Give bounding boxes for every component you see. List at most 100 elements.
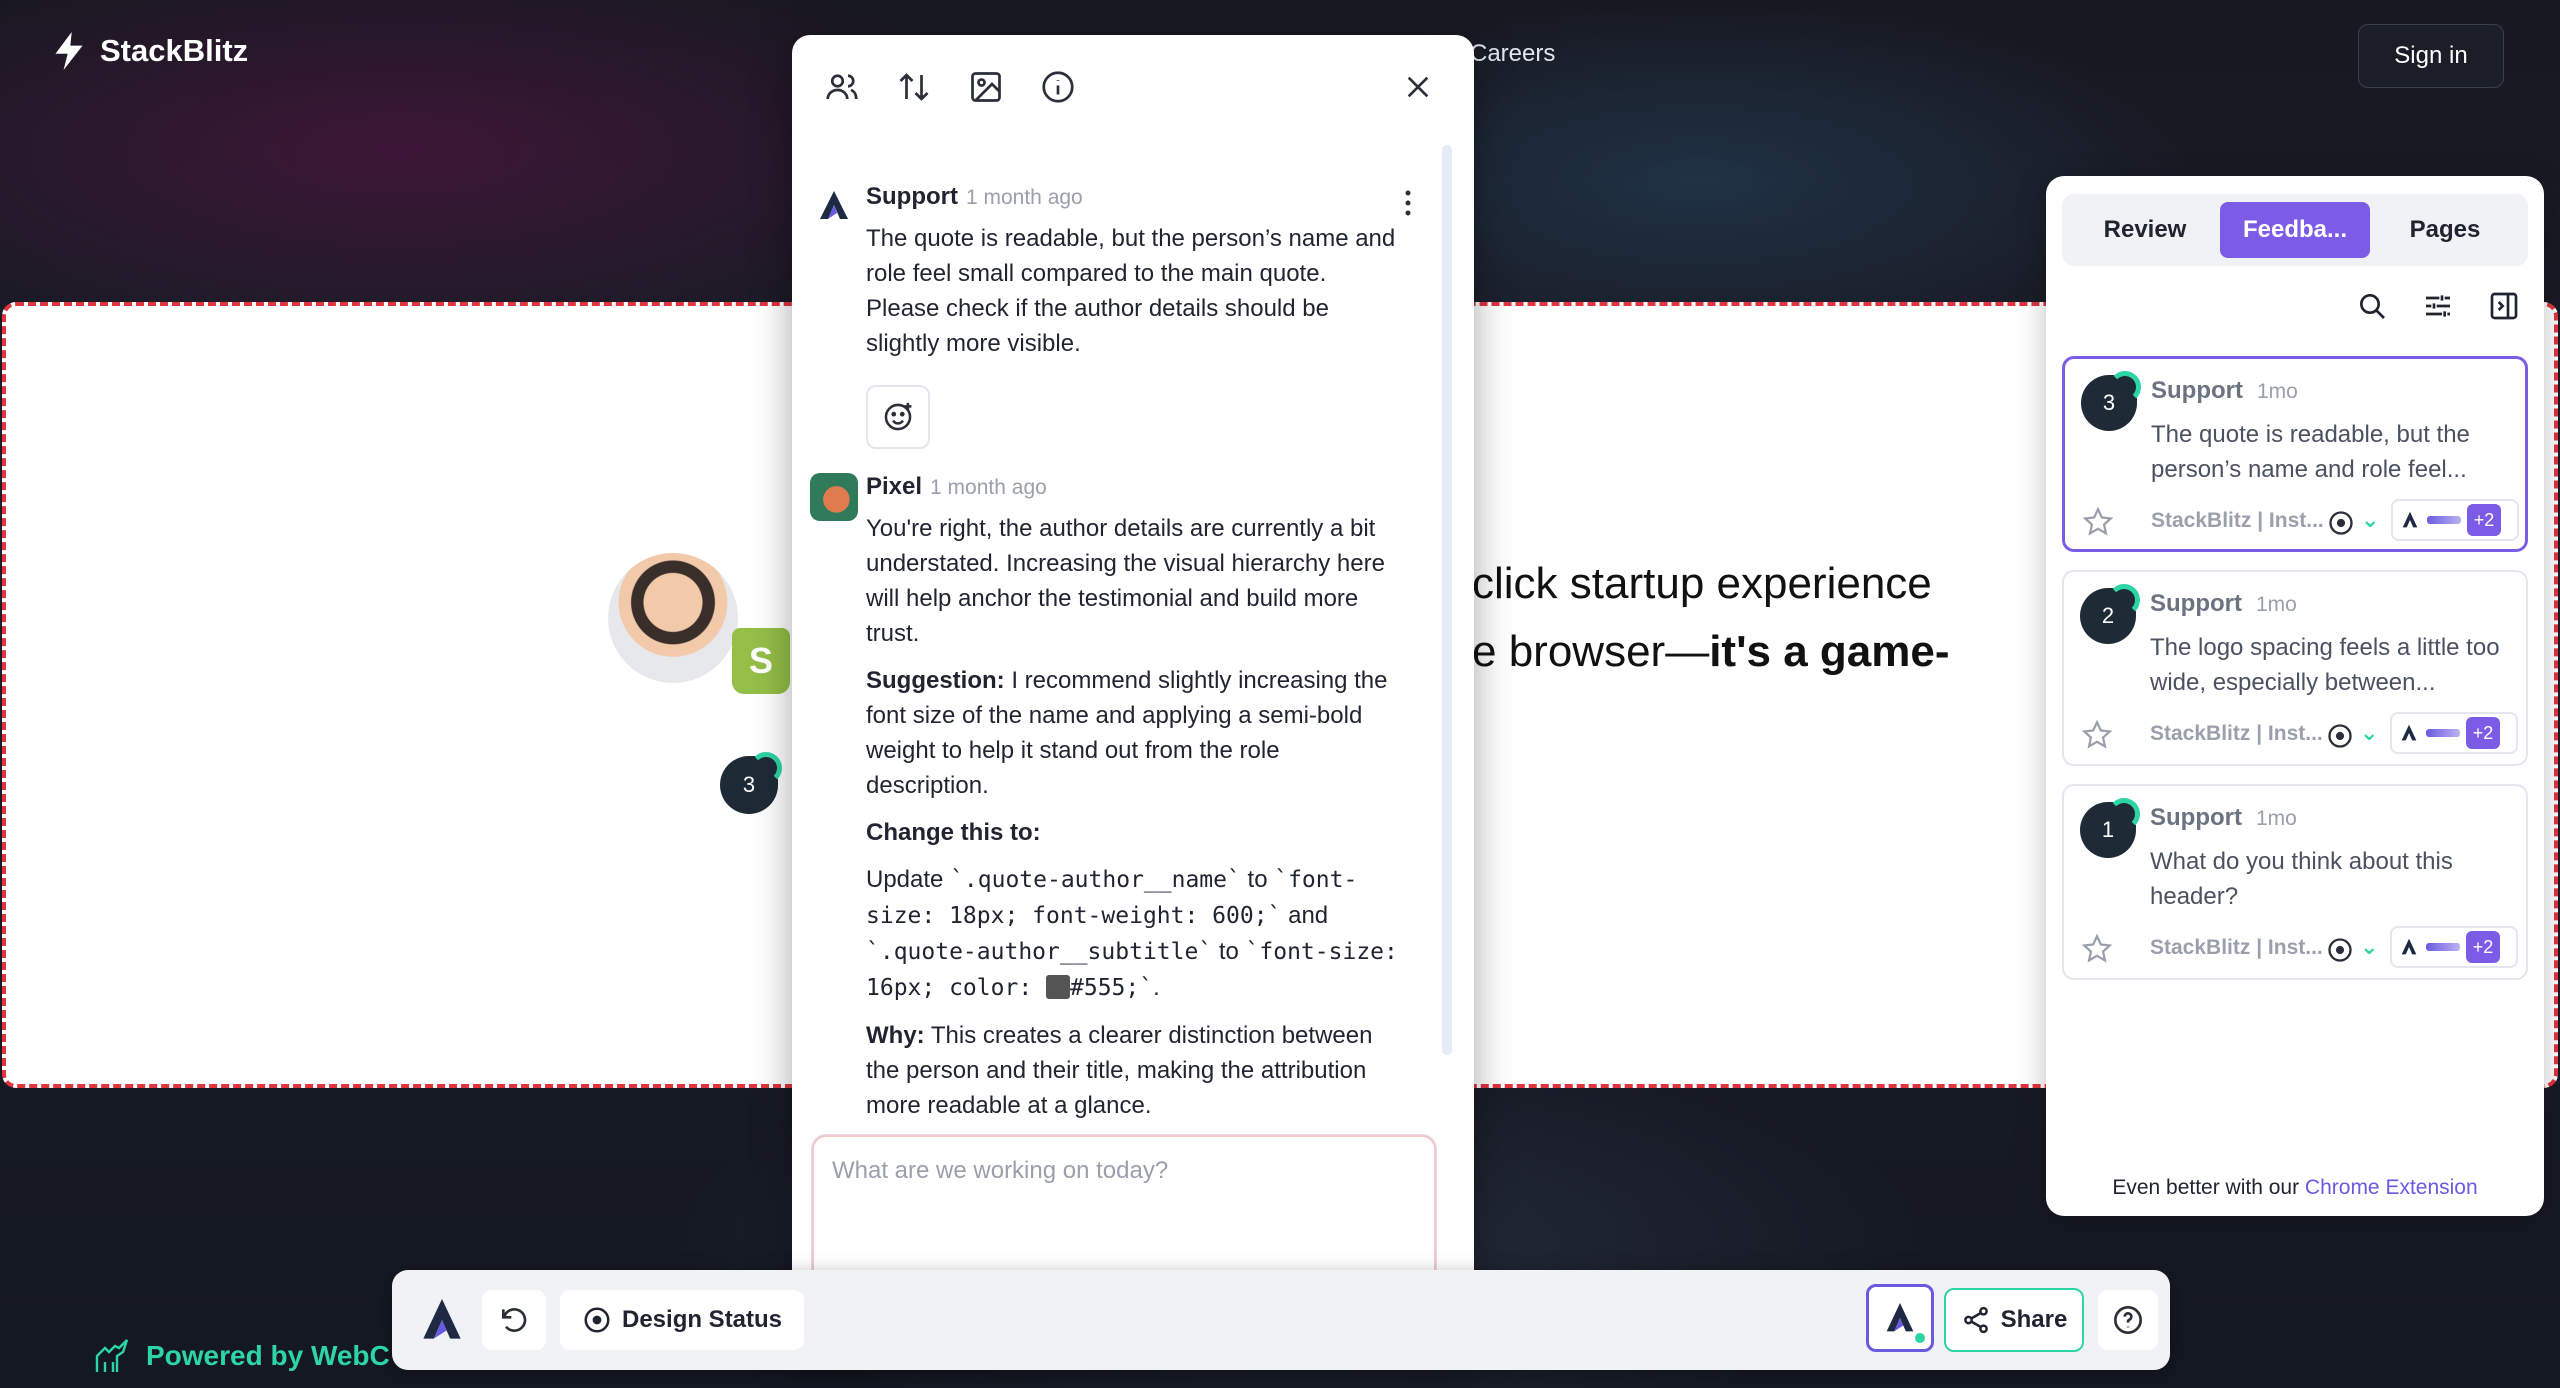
more-options-icon[interactable] [1396,187,1420,219]
priority-chevron-icon: ⌄ [2361,507,2380,532]
card-header: Support 1mo [2151,377,2298,405]
message-input[interactable] [832,1157,1412,1257]
app-logo-icon [2402,511,2418,528]
card-assignees[interactable]: +2 [2390,712,2518,754]
message-suggestion: Suggestion: I recommend slightly increas… [866,667,1388,799]
comment-pin: 3 [2081,371,2141,431]
message-time: 1 month ago [930,476,1047,499]
brand-name: StackBlitz [100,33,249,68]
tab-feedback[interactable]: Feedba... [2220,202,2370,258]
message-pixel: Pixel 1 month ago You're right, the auth… [810,473,1420,1139]
bottom-toolbar: Design Status Share [392,1270,2170,1370]
message-change-label: Change this to: [866,819,1041,846]
emoji-add-icon [884,402,912,431]
more-assignees-badge: +2 [2466,931,2500,963]
panel-tools [2356,290,2520,322]
tab-pages[interactable]: Pages [2370,202,2520,258]
star-icon[interactable] [2080,718,2114,752]
card-source: StackBlitz | Inst... [2151,509,2324,532]
card-assignees[interactable]: +2 [2390,926,2518,968]
card-text: The logo spacing feels a little too wide… [2150,634,2500,696]
info-icon[interactable] [1040,69,1076,105]
more-assignees-badge: +2 [2467,504,2501,536]
card-header: Support 1mo [2150,804,2297,832]
feedback-card[interactable]: 1 Support 1mo What do you think about th… [2062,784,2528,980]
status-circle-icon[interactable] [2327,509,2355,537]
message-author: Pixel [866,473,923,500]
share-icon [1963,1306,1988,1334]
panel-tabs: Review Feedba... Pages [2062,194,2528,266]
testimonial-avatar [608,553,738,683]
testimonial-line-2: e browser—it's a game- [1472,627,1950,676]
message-header: Support 1 month ago [866,183,1083,211]
assignee-logo [2426,729,2460,737]
bolt-icon [55,32,83,70]
feedback-card[interactable]: 2 Support 1mo The logo spacing feels a l… [2062,570,2528,766]
status-circle-icon[interactable] [2326,722,2354,750]
card-source: StackBlitz | Inst... [2150,722,2323,745]
share-label: Share [2000,1306,2068,1333]
help-icon [2114,1306,2142,1334]
message-support: Support 1 month ago The quote is readabl… [810,183,1420,463]
assignee-logo [2426,943,2460,951]
close-icon[interactable] [1402,71,1434,103]
card-author: Support [2151,377,2243,404]
thread-toolbar [792,35,1474,139]
filter-sliders-icon[interactable] [2422,290,2454,322]
message-body: You're right, the author details are cur… [866,511,1406,1135]
testimonial-line-1: click startup experience [1472,559,1932,608]
chrome-extension-link[interactable]: Chrome Extension [2305,1176,2478,1199]
status-circle-icon [584,1307,610,1333]
undo-button[interactable] [482,1290,546,1350]
message-header: Pixel 1 month ago [866,473,1047,501]
priority-chevron-icon: ⌄ [2360,720,2379,745]
design-status-label: Design Status [622,1306,783,1333]
comment-pin[interactable]: 3 [720,752,782,814]
message-time: 1 month ago [965,186,1083,209]
brand-logo[interactable]: StackBlitz [52,32,248,70]
share-button[interactable]: Share [1944,1288,2084,1352]
message-body: The quote is readable, but the person’s … [866,225,1396,357]
collapse-panel-icon[interactable] [2488,290,2520,322]
card-assignees[interactable]: +2 [2391,499,2519,541]
extension-promo: Even better with our Chrome Extension [2112,1176,2478,1199]
card-author: Support [2150,590,2242,617]
card-footer: StackBlitz | Inst... ⌄ +2 [2065,497,2525,545]
card-text: What do you think about this header? [2150,848,2453,910]
users-icon[interactable] [824,69,860,105]
nav-link-careers[interactable]: Careers [1470,40,1555,68]
tab-review[interactable]: Review [2070,202,2220,258]
add-reaction-button[interactable] [866,385,930,449]
app-logo-icon [1886,1303,1914,1332]
message-author: Support [866,183,958,210]
sort-icon[interactable] [896,69,932,105]
image-icon[interactable] [968,69,1004,105]
help-button[interactable] [2098,1290,2158,1350]
feedback-card[interactable]: 3 Support 1mo The quote is readable, but… [2062,356,2528,552]
search-icon[interactable] [2356,290,2388,322]
card-source: StackBlitz | Inst... [2150,936,2323,959]
pixel-avatar [810,473,858,521]
design-status-button[interactable]: Design Status [560,1290,805,1350]
star-icon[interactable] [2081,505,2115,539]
powered-by-badge[interactable]: Powered by WebC [90,1336,390,1376]
sign-in-button[interactable]: Sign in [2358,24,2504,88]
user-avatar-button[interactable] [1866,1284,1934,1352]
message-code-change: Update `.quote-author__name` to `font-si… [866,866,1398,1001]
card-header: Support 1mo [2150,590,2297,618]
card-text: The quote is readable, but the person’s … [2151,421,2470,483]
assignee-logo [2427,516,2461,524]
message-paragraph: You're right, the author details are cur… [866,515,1385,647]
star-icon[interactable] [2080,932,2114,966]
comment-pin: 1 [2080,798,2140,858]
more-assignees-badge: +2 [2466,717,2500,749]
status-circle-icon[interactable] [2326,936,2354,964]
shopify-icon: S [732,628,790,694]
card-time: 1mo [2255,593,2297,616]
app-logo-icon[interactable] [414,1292,470,1348]
comment-pin: 2 [2080,584,2140,644]
support-avatar-icon [820,191,848,219]
card-time: 1mo [2256,380,2298,403]
priority-chevron-icon: ⌄ [2360,934,2379,959]
card-author: Support [2150,804,2242,831]
